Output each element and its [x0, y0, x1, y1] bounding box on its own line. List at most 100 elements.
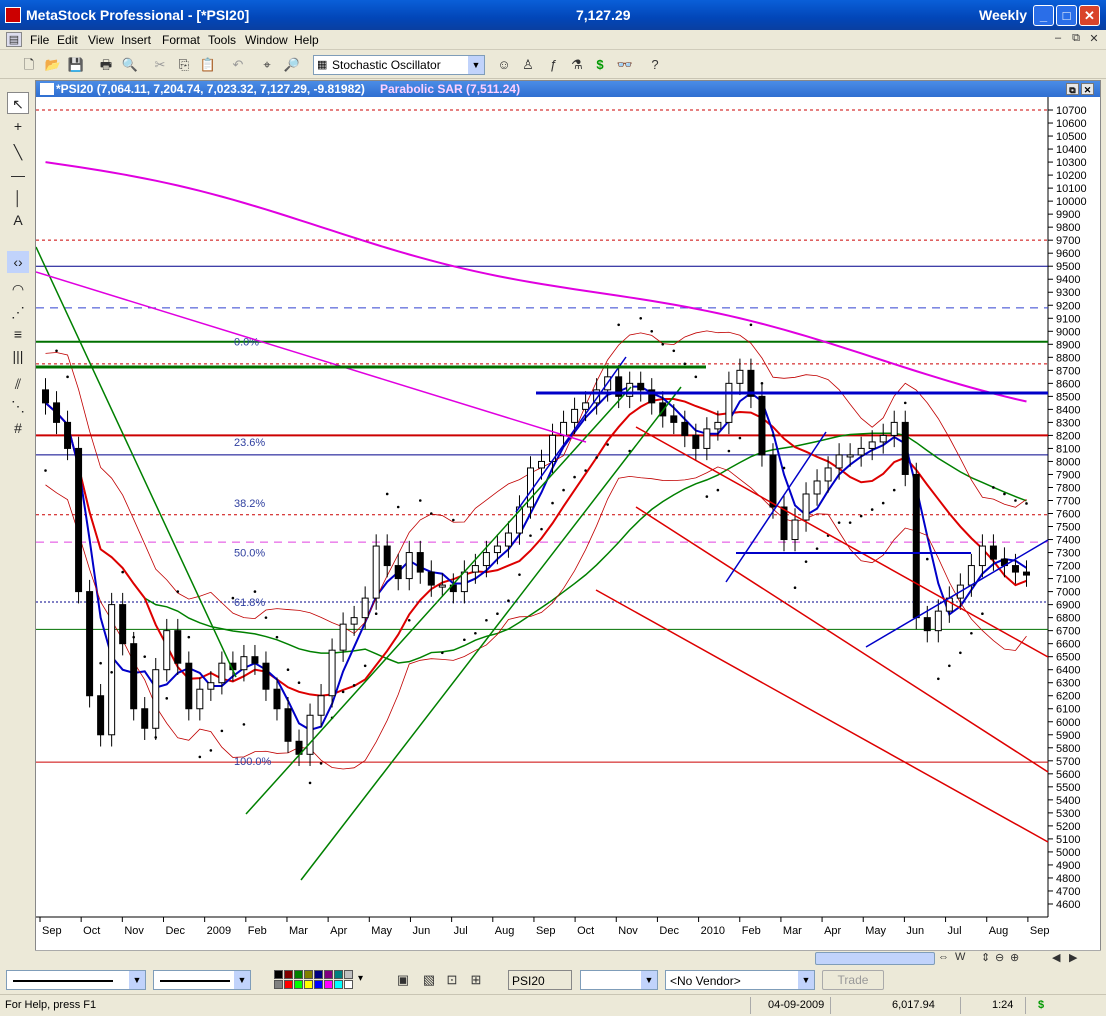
- mdi-close-icon[interactable]: ✕: [1086, 32, 1102, 47]
- indicator-header[interactable]: Parabolic SAR (7,511.24): [380, 82, 520, 96]
- palette-swatch[interactable]: [344, 970, 353, 979]
- candle-body: [857, 447, 865, 456]
- timezone-icon[interactable]: |||: [7, 345, 29, 367]
- dollar-icon[interactable]: $: [591, 56, 609, 74]
- formula-icon[interactable]: ƒ: [544, 56, 562, 74]
- layout-1-icon[interactable]: ⊡: [443, 971, 461, 989]
- palette-swatch[interactable]: [284, 980, 293, 989]
- chevron-down-icon[interactable]: ▼: [234, 971, 250, 989]
- indicator-select[interactable]: ▦ Stochastic Oscillator ▼: [313, 55, 485, 75]
- expert-advisor-icon[interactable]: ☺: [495, 56, 513, 74]
- palette-swatch[interactable]: [334, 970, 343, 979]
- palette-swatch[interactable]: [314, 970, 323, 979]
- fibonacci-icon[interactable]: ≡: [7, 323, 29, 345]
- palette-swatch[interactable]: [294, 970, 303, 979]
- scroll-updown-icon[interactable]: ⇕: [981, 951, 990, 964]
- palette-swatch[interactable]: [274, 970, 283, 979]
- chevron-down-icon[interactable]: ▼: [129, 971, 145, 989]
- explorer-icon[interactable]: ♙: [519, 56, 537, 74]
- price-chart[interactable]: 4600470048004900500051005200530054005500…: [36, 97, 1100, 951]
- cross-icon[interactable]: +: [7, 115, 29, 137]
- crosshair-icon[interactable]: ⌖: [258, 56, 276, 74]
- menu-file[interactable]: File: [30, 33, 49, 47]
- open-icon[interactable]: 📂: [44, 56, 62, 74]
- chevron-down-icon[interactable]: ▼: [798, 971, 814, 989]
- line-style-select[interactable]: ▼: [6, 970, 146, 990]
- pointer-icon[interactable]: ↖: [7, 92, 29, 114]
- y-tick-label: 9300: [1056, 287, 1080, 299]
- chevron-down-icon[interactable]: ▼: [468, 56, 484, 74]
- text-icon[interactable]: A: [7, 209, 29, 231]
- palette-swatch[interactable]: [324, 980, 333, 989]
- paste-icon[interactable]: 📋: [199, 56, 217, 74]
- menu-help[interactable]: Help: [294, 33, 319, 47]
- menu-format[interactable]: Format: [162, 33, 200, 47]
- menu-insert[interactable]: Insert: [121, 33, 151, 47]
- palette-swatch[interactable]: [304, 980, 313, 989]
- arc-icon[interactable]: ◠: [7, 278, 29, 300]
- scroll-handle-icon[interactable]: ⇔: [938, 951, 949, 963]
- new-icon[interactable]: 🗋: [20, 56, 38, 74]
- chart-restore-icon[interactable]: ⧉: [1066, 83, 1079, 95]
- copy-icon[interactable]: ⎘: [175, 56, 193, 74]
- palette-swatch[interactable]: [294, 980, 303, 989]
- close-button[interactable]: ✕: [1079, 5, 1100, 26]
- menu-tools[interactable]: Tools: [208, 33, 236, 47]
- chart-type-icon[interactable]: ▧: [420, 971, 438, 989]
- vendor-select[interactable]: <No Vendor> ▼: [665, 970, 815, 990]
- zoom-out-icon[interactable]: ⊖: [995, 951, 1004, 964]
- palette-dropdown-icon[interactable]: ▾: [358, 973, 368, 985]
- menu-view[interactable]: View: [88, 33, 114, 47]
- palette-swatch[interactable]: [284, 970, 293, 979]
- horizontal-scrollbar[interactable]: ⇔ W ⇕ ⊖ ⊕ ◀ ▶: [35, 950, 1101, 966]
- palette-swatch[interactable]: [344, 980, 353, 989]
- binoculars-icon[interactable]: 👓: [616, 56, 634, 74]
- vertical-line-icon[interactable]: │: [7, 187, 29, 209]
- chart-close-icon[interactable]: ✕: [1081, 83, 1094, 95]
- palette-swatch[interactable]: [274, 980, 283, 989]
- save-icon[interactable]: 💾: [67, 56, 85, 74]
- scroll-thumb[interactable]: [815, 952, 935, 965]
- palette-swatch[interactable]: [334, 980, 343, 989]
- color-palette[interactable]: ▾: [274, 970, 368, 990]
- palette-swatch[interactable]: [324, 970, 333, 979]
- style-icon[interactable]: ▣: [394, 971, 412, 989]
- print-preview-icon[interactable]: 🔍: [121, 56, 139, 74]
- zoom-w-icon[interactable]: W: [955, 951, 965, 963]
- mdi-restore-icon[interactable]: ⧉: [1068, 32, 1084, 47]
- cut-icon[interactable]: ✂: [151, 56, 169, 74]
- scroll-left-icon[interactable]: ◀: [1052, 951, 1060, 964]
- cycle-icon[interactable]: ‹›: [7, 251, 29, 273]
- trade-button[interactable]: Trade: [822, 970, 884, 990]
- horizontal-line-icon[interactable]: —: [7, 164, 29, 186]
- zoom-icon[interactable]: 🔎: [283, 56, 301, 74]
- print-icon[interactable]: 🖶: [97, 56, 115, 74]
- gann-fan-icon[interactable]: ⋱: [7, 395, 29, 417]
- context-help-icon[interactable]: ?: [646, 56, 664, 74]
- document-icon[interactable]: ▤: [6, 32, 22, 47]
- mdi-minimize-icon[interactable]: –: [1050, 32, 1066, 47]
- period-select[interactable]: ▼: [580, 970, 658, 990]
- line-style-preview: [13, 980, 113, 982]
- scroll-right-icon[interactable]: ▶: [1069, 951, 1077, 964]
- sar-dot: [66, 375, 69, 379]
- menu-edit[interactable]: Edit: [57, 33, 78, 47]
- maximize-button[interactable]: □: [1056, 5, 1077, 26]
- system-tester-icon[interactable]: ⚗: [568, 56, 586, 74]
- channel-icon[interactable]: ⫽: [7, 373, 29, 395]
- layout-2-icon[interactable]: ⊞: [467, 971, 485, 989]
- security-header[interactable]: *PSI20 (7,064.11, 7,204.74, 7,023.32, 7,…: [56, 82, 365, 96]
- menu-window[interactable]: Window: [245, 33, 288, 47]
- trendline-icon[interactable]: ╲: [7, 141, 29, 163]
- grid-icon[interactable]: #: [7, 417, 29, 439]
- chevron-down-icon[interactable]: ▼: [641, 971, 657, 989]
- zoom-in-icon[interactable]: ⊕: [1010, 951, 1019, 964]
- palette-swatch[interactable]: [304, 970, 313, 979]
- line-weight-select[interactable]: ▼: [153, 970, 251, 990]
- minimize-button[interactable]: _: [1033, 5, 1054, 26]
- fan-icon[interactable]: ⋰: [7, 301, 29, 323]
- symbol-box[interactable]: PSI20: [508, 970, 572, 990]
- undo-icon[interactable]: ↶: [229, 56, 247, 74]
- palette-swatch[interactable]: [314, 980, 323, 989]
- app-icon[interactable]: [5, 7, 21, 23]
